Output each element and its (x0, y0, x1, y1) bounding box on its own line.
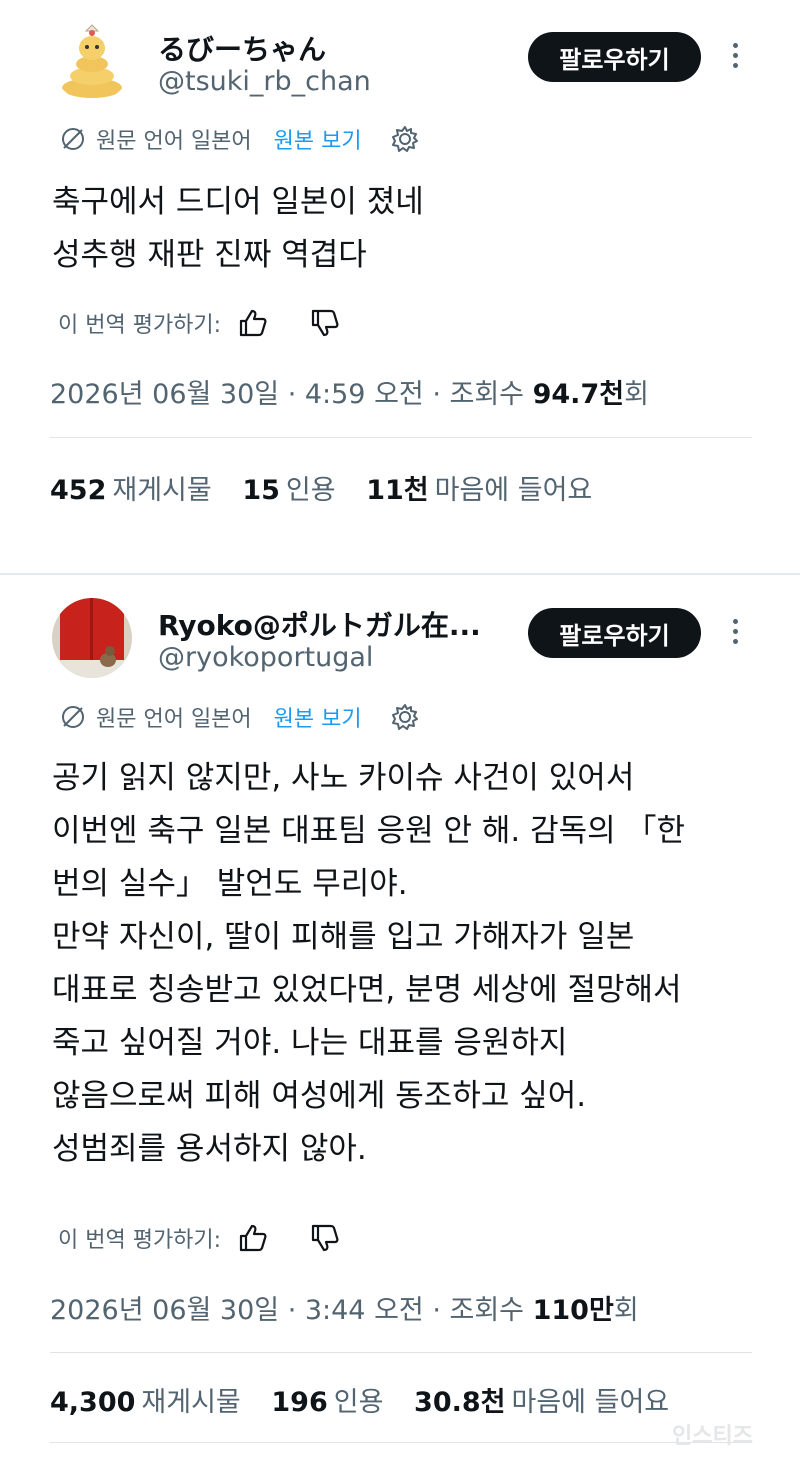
tweet-text-line: 대표로 칭송받고 있었다면, 분명 세상에 절망해서 (52, 972, 682, 1008)
tweet-text-line: 성추행 재판 진짜 역겹다 (52, 237, 367, 273)
tweet-text-line: 죽고 싶어질 거야. 나는 대표를 응원하지 (52, 1025, 568, 1061)
quotes-count: 196 (271, 1387, 328, 1418)
likes-label: 마음에 들어요 (434, 475, 593, 506)
reposts-count: 452 (50, 475, 107, 506)
avatar[interactable] (52, 598, 132, 678)
tweet-text: 공기 읽지 않지만, 사노 카이슈 사건이 있어서 이번엔 축구 일본 대표팀 … (52, 752, 772, 1176)
tweet-text-line: 공기 읽지 않지만, 사노 카이슈 사건이 있어서 (52, 760, 635, 796)
snake-avatar-icon (52, 22, 132, 102)
view-count-suffix: 회 (624, 379, 649, 410)
thumbs-up-icon[interactable] (237, 1223, 269, 1253)
reposts-count: 4,300 (50, 1387, 136, 1418)
display-name[interactable]: るびーちゃん (158, 28, 326, 68)
view-original-link[interactable]: 원본 보기 (274, 701, 362, 733)
reposts-label: 재게시물 (141, 1387, 241, 1418)
reposts-label: 재게시물 (112, 475, 212, 506)
thumbs-down-icon[interactable] (309, 308, 341, 338)
thumbs-down-icon[interactable] (309, 1223, 341, 1253)
rate-translation-label: 이 번역 평가하기: (58, 313, 222, 338)
divider (50, 437, 752, 438)
user-handle[interactable]: @tsuki_rb_chan (158, 66, 371, 97)
tweet-card[interactable]: Ryoko@ポルトガル在... @ryokoportugal 팔로우하기 원문 … (0, 576, 800, 1462)
quotes-count: 15 (242, 475, 280, 506)
globe-slash-icon (62, 706, 84, 728)
likes-stat[interactable]: 11천 마음에 들어요 (366, 475, 592, 506)
rate-translation-label: 이 번역 평가하기: (58, 1228, 222, 1253)
translation-bar: 원문 언어 일본어 원본 보기 (60, 700, 420, 734)
more-options-icon[interactable] (725, 35, 745, 75)
watermark: 인스티즈 (672, 1424, 753, 1449)
tweet-text-line: 번의 실수」 발언도 무리야. (52, 866, 408, 902)
quotes-stat[interactable]: 196 인용 (271, 1387, 383, 1418)
tweet-timestamp[interactable]: 2026년 06월 30일 · 3:44 오전 · 조회수 110만회 (50, 1288, 639, 1327)
avatar[interactable] (52, 22, 132, 102)
globe-slash-icon (62, 128, 84, 150)
translation-bar: 원문 언어 일본어 원본 보기 (60, 122, 420, 156)
reposts-stat[interactable]: 4,300 재게시물 (50, 1387, 241, 1418)
rate-translation-row: 이 번역 평가하기: (58, 305, 341, 341)
likes-count: 30.8천 (414, 1387, 506, 1418)
more-options-icon[interactable] (725, 611, 745, 651)
divider (50, 1442, 752, 1443)
follow-button[interactable]: 팔로우하기 (528, 32, 701, 82)
view-original-link[interactable]: 원본 보기 (274, 123, 362, 155)
tweet-timestamp[interactable]: 2026년 06월 30일 · 4:59 오전 · 조회수 94.7천회 (50, 372, 649, 411)
view-count: 110만 (532, 1295, 614, 1326)
tweet-text-line: 성범죄를 용서하지 않아. (52, 1131, 367, 1167)
likes-stat[interactable]: 30.8천 마음에 들어요 (414, 1387, 669, 1418)
tweet-text-line: 않음으로써 피해 여성에게 동조하고 싶어. (52, 1078, 587, 1114)
thumbs-up-icon[interactable] (237, 308, 269, 338)
gear-icon[interactable] (390, 124, 420, 154)
translation-language-label: 원문 언어 일본어 (96, 707, 252, 732)
tweet-card[interactable]: るびーちゃん @tsuki_rb_chan 팔로우하기 원문 언어 일본어 원본… (0, 0, 800, 574)
engagement-stats: 452 재게시물 15 인용 11천 마음에 들어요 (50, 468, 592, 507)
likes-label: 마음에 들어요 (511, 1387, 670, 1418)
red-door-cat-avatar-icon (52, 598, 132, 678)
view-count-suffix: 회 (613, 1295, 639, 1326)
timestamp-text: 2026년 06월 30일 · 3:44 오전 · 조회수 (50, 1295, 533, 1326)
tweet-text-line: 만약 자신이, 딸이 피해를 입고 가해자가 일본 (52, 919, 635, 955)
reposts-stat[interactable]: 452 재게시물 (50, 475, 212, 506)
timestamp-text: 2026년 06월 30일 · 4:59 오전 · 조회수 (50, 379, 533, 410)
quotes-stat[interactable]: 15 인용 (242, 475, 335, 506)
likes-count: 11천 (366, 475, 429, 506)
tweet-text-line: 축구에서 드디어 일본이 졌네 (52, 184, 424, 220)
tweet-text: 축구에서 드디어 일본이 졌네 성추행 재판 진짜 역겹다 (52, 176, 772, 282)
tweet-text-line: 이번엔 축구 일본 대표팀 응원 안 해. 감독의 「한 (52, 813, 686, 849)
translation-language-label: 원문 언어 일본어 (96, 129, 252, 154)
gear-icon[interactable] (390, 702, 420, 732)
tweet-separator (0, 573, 800, 575)
follow-button[interactable]: 팔로우하기 (528, 608, 701, 658)
quotes-label: 인용 (285, 475, 336, 506)
divider (50, 1352, 752, 1353)
quotes-label: 인용 (333, 1387, 384, 1418)
display-name[interactable]: Ryoko@ポルトガル在... (158, 604, 481, 644)
engagement-stats: 4,300 재게시물 196 인용 30.8천 마음에 들어요 (50, 1380, 669, 1419)
rate-translation-row: 이 번역 평가하기: (58, 1220, 341, 1256)
user-handle[interactable]: @ryokoportugal (158, 642, 373, 673)
view-count: 94.7천 (532, 379, 625, 410)
